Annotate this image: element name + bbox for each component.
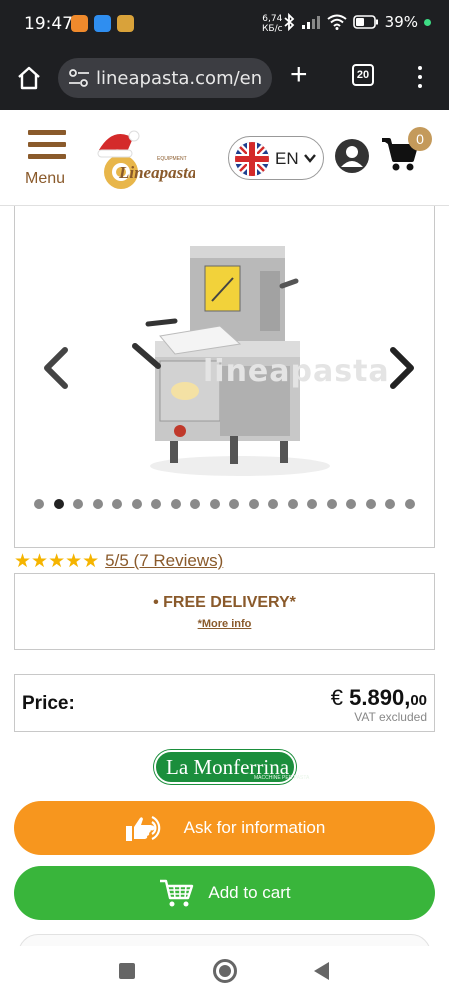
network-speed-unit: КБ/с bbox=[262, 24, 283, 34]
gallery-dot[interactable] bbox=[73, 499, 84, 509]
chevron-left-icon[interactable] bbox=[41, 346, 71, 390]
address-bar[interactable]: lineapasta.com/en bbox=[58, 58, 272, 98]
price-value: € 5.890,00 bbox=[331, 685, 427, 711]
gallery-dot[interactable] bbox=[365, 499, 376, 509]
ask-info-button[interactable]: Ask for information bbox=[14, 801, 435, 855]
more-info-link[interactable]: *More info bbox=[15, 618, 434, 630]
shopping-cart-icon bbox=[160, 879, 194, 907]
gallery-dot[interactable] bbox=[92, 499, 103, 509]
charging-dot bbox=[424, 18, 431, 26]
battery-percent: 39% bbox=[384, 13, 418, 31]
rating-stars: ★★★★★ bbox=[14, 550, 100, 572]
hand-touch-icon bbox=[125, 815, 160, 841]
logo-text: Lineapasta bbox=[118, 163, 195, 182]
gallery-dot[interactable] bbox=[190, 499, 201, 509]
wifi-icon bbox=[327, 14, 347, 30]
price-currency: € bbox=[330, 685, 344, 710]
status-bar: 19:47 6,74 КБ/с 39% bbox=[0, 0, 449, 50]
gallery-dot[interactable] bbox=[112, 499, 123, 509]
language-selector[interactable]: EN bbox=[228, 136, 324, 180]
home-button-icon[interactable] bbox=[213, 959, 237, 983]
menu-label[interactable]: Menu bbox=[25, 170, 65, 188]
chevron-down-icon bbox=[304, 154, 316, 163]
gallery-dot[interactable] bbox=[268, 499, 279, 509]
notification-app-icon bbox=[71, 15, 88, 32]
gallery-dot[interactable] bbox=[53, 499, 64, 509]
tab-switcher-button[interactable]: 20 bbox=[352, 64, 374, 86]
gallery-dot[interactable] bbox=[307, 499, 318, 509]
gallery-dot[interactable] bbox=[287, 499, 298, 509]
image-watermark: lineapasta bbox=[203, 354, 390, 389]
price-box: Price: € 5.890,00 VAT excluded bbox=[14, 674, 435, 732]
new-tab-icon[interactable]: + bbox=[290, 60, 308, 90]
gallery-dot[interactable] bbox=[229, 499, 240, 509]
gallery-pagination bbox=[15, 499, 434, 511]
reviews-link[interactable]: 5/5 (7 Reviews) bbox=[105, 551, 223, 571]
gallery-dot[interactable] bbox=[131, 499, 142, 509]
bluetooth-icon bbox=[284, 13, 294, 31]
notification-app-icon bbox=[117, 15, 134, 32]
gallery-dot[interactable] bbox=[209, 499, 220, 509]
gallery-dot[interactable] bbox=[151, 499, 162, 509]
product-gallery: lineapasta bbox=[14, 206, 435, 548]
url-text: lineapasta.com/en bbox=[96, 68, 263, 89]
uk-flag-icon bbox=[235, 142, 269, 176]
ask-info-label: Ask for information bbox=[183, 818, 326, 837]
free-delivery-label: • FREE DELIVERY* bbox=[153, 594, 296, 611]
site-logo[interactable]: Lineapasta EQUIPMENT bbox=[95, 120, 195, 200]
site-settings-icon[interactable] bbox=[68, 68, 90, 88]
add-to-cart-button[interactable]: Add to cart bbox=[14, 866, 435, 920]
status-time: 19:47 bbox=[24, 14, 73, 34]
notification-app-icon bbox=[94, 15, 111, 32]
site-header: Menu Lineapasta EQUIPMENT EN 0 bbox=[0, 110, 449, 206]
browser-toolbar: lineapasta.com/en + 20 bbox=[0, 50, 449, 110]
signal-icon bbox=[301, 16, 320, 29]
chevron-right-icon[interactable] bbox=[387, 346, 417, 390]
recents-icon[interactable] bbox=[119, 963, 135, 979]
brand-logo[interactable]: La Monferrina MACCHINE PER PASTA bbox=[154, 750, 309, 784]
cart-count-badge: 0 bbox=[408, 127, 432, 151]
logo-sub-text: EQUIPMENT bbox=[157, 156, 187, 162]
gallery-dot[interactable] bbox=[326, 499, 337, 509]
back-icon[interactable] bbox=[312, 961, 330, 981]
gallery-dot[interactable] bbox=[170, 499, 181, 509]
gallery-dot[interactable] bbox=[248, 499, 259, 509]
battery-icon bbox=[352, 15, 378, 29]
gallery-dot[interactable] bbox=[404, 499, 415, 509]
hamburger-menu-icon[interactable] bbox=[28, 130, 66, 160]
delivery-info-box: • FREE DELIVERY* *More info bbox=[14, 573, 435, 650]
price-label: Price: bbox=[22, 693, 75, 714]
more-menu-icon[interactable] bbox=[416, 64, 424, 90]
system-nav-bar bbox=[0, 946, 449, 1000]
brand-tagline: MACCHINE PER PASTA bbox=[254, 775, 310, 781]
price-cents: 00 bbox=[410, 692, 427, 709]
network-speed-value: 6,74 bbox=[262, 14, 283, 24]
product-rating: ★★★★★ 5/5 (7 Reviews) bbox=[14, 550, 223, 572]
price-amount: 5.890, bbox=[349, 685, 411, 710]
add-to-cart-label: Add to cart bbox=[208, 883, 291, 902]
gallery-dot[interactable] bbox=[385, 499, 396, 509]
vat-note: VAT excluded bbox=[354, 710, 427, 724]
gallery-dot[interactable] bbox=[346, 499, 357, 509]
language-code: EN bbox=[275, 149, 299, 168]
home-icon[interactable] bbox=[15, 64, 43, 92]
network-speed: 6,74 КБ/с bbox=[262, 14, 283, 34]
gallery-dot[interactable] bbox=[34, 499, 45, 509]
account-icon[interactable] bbox=[334, 138, 370, 174]
